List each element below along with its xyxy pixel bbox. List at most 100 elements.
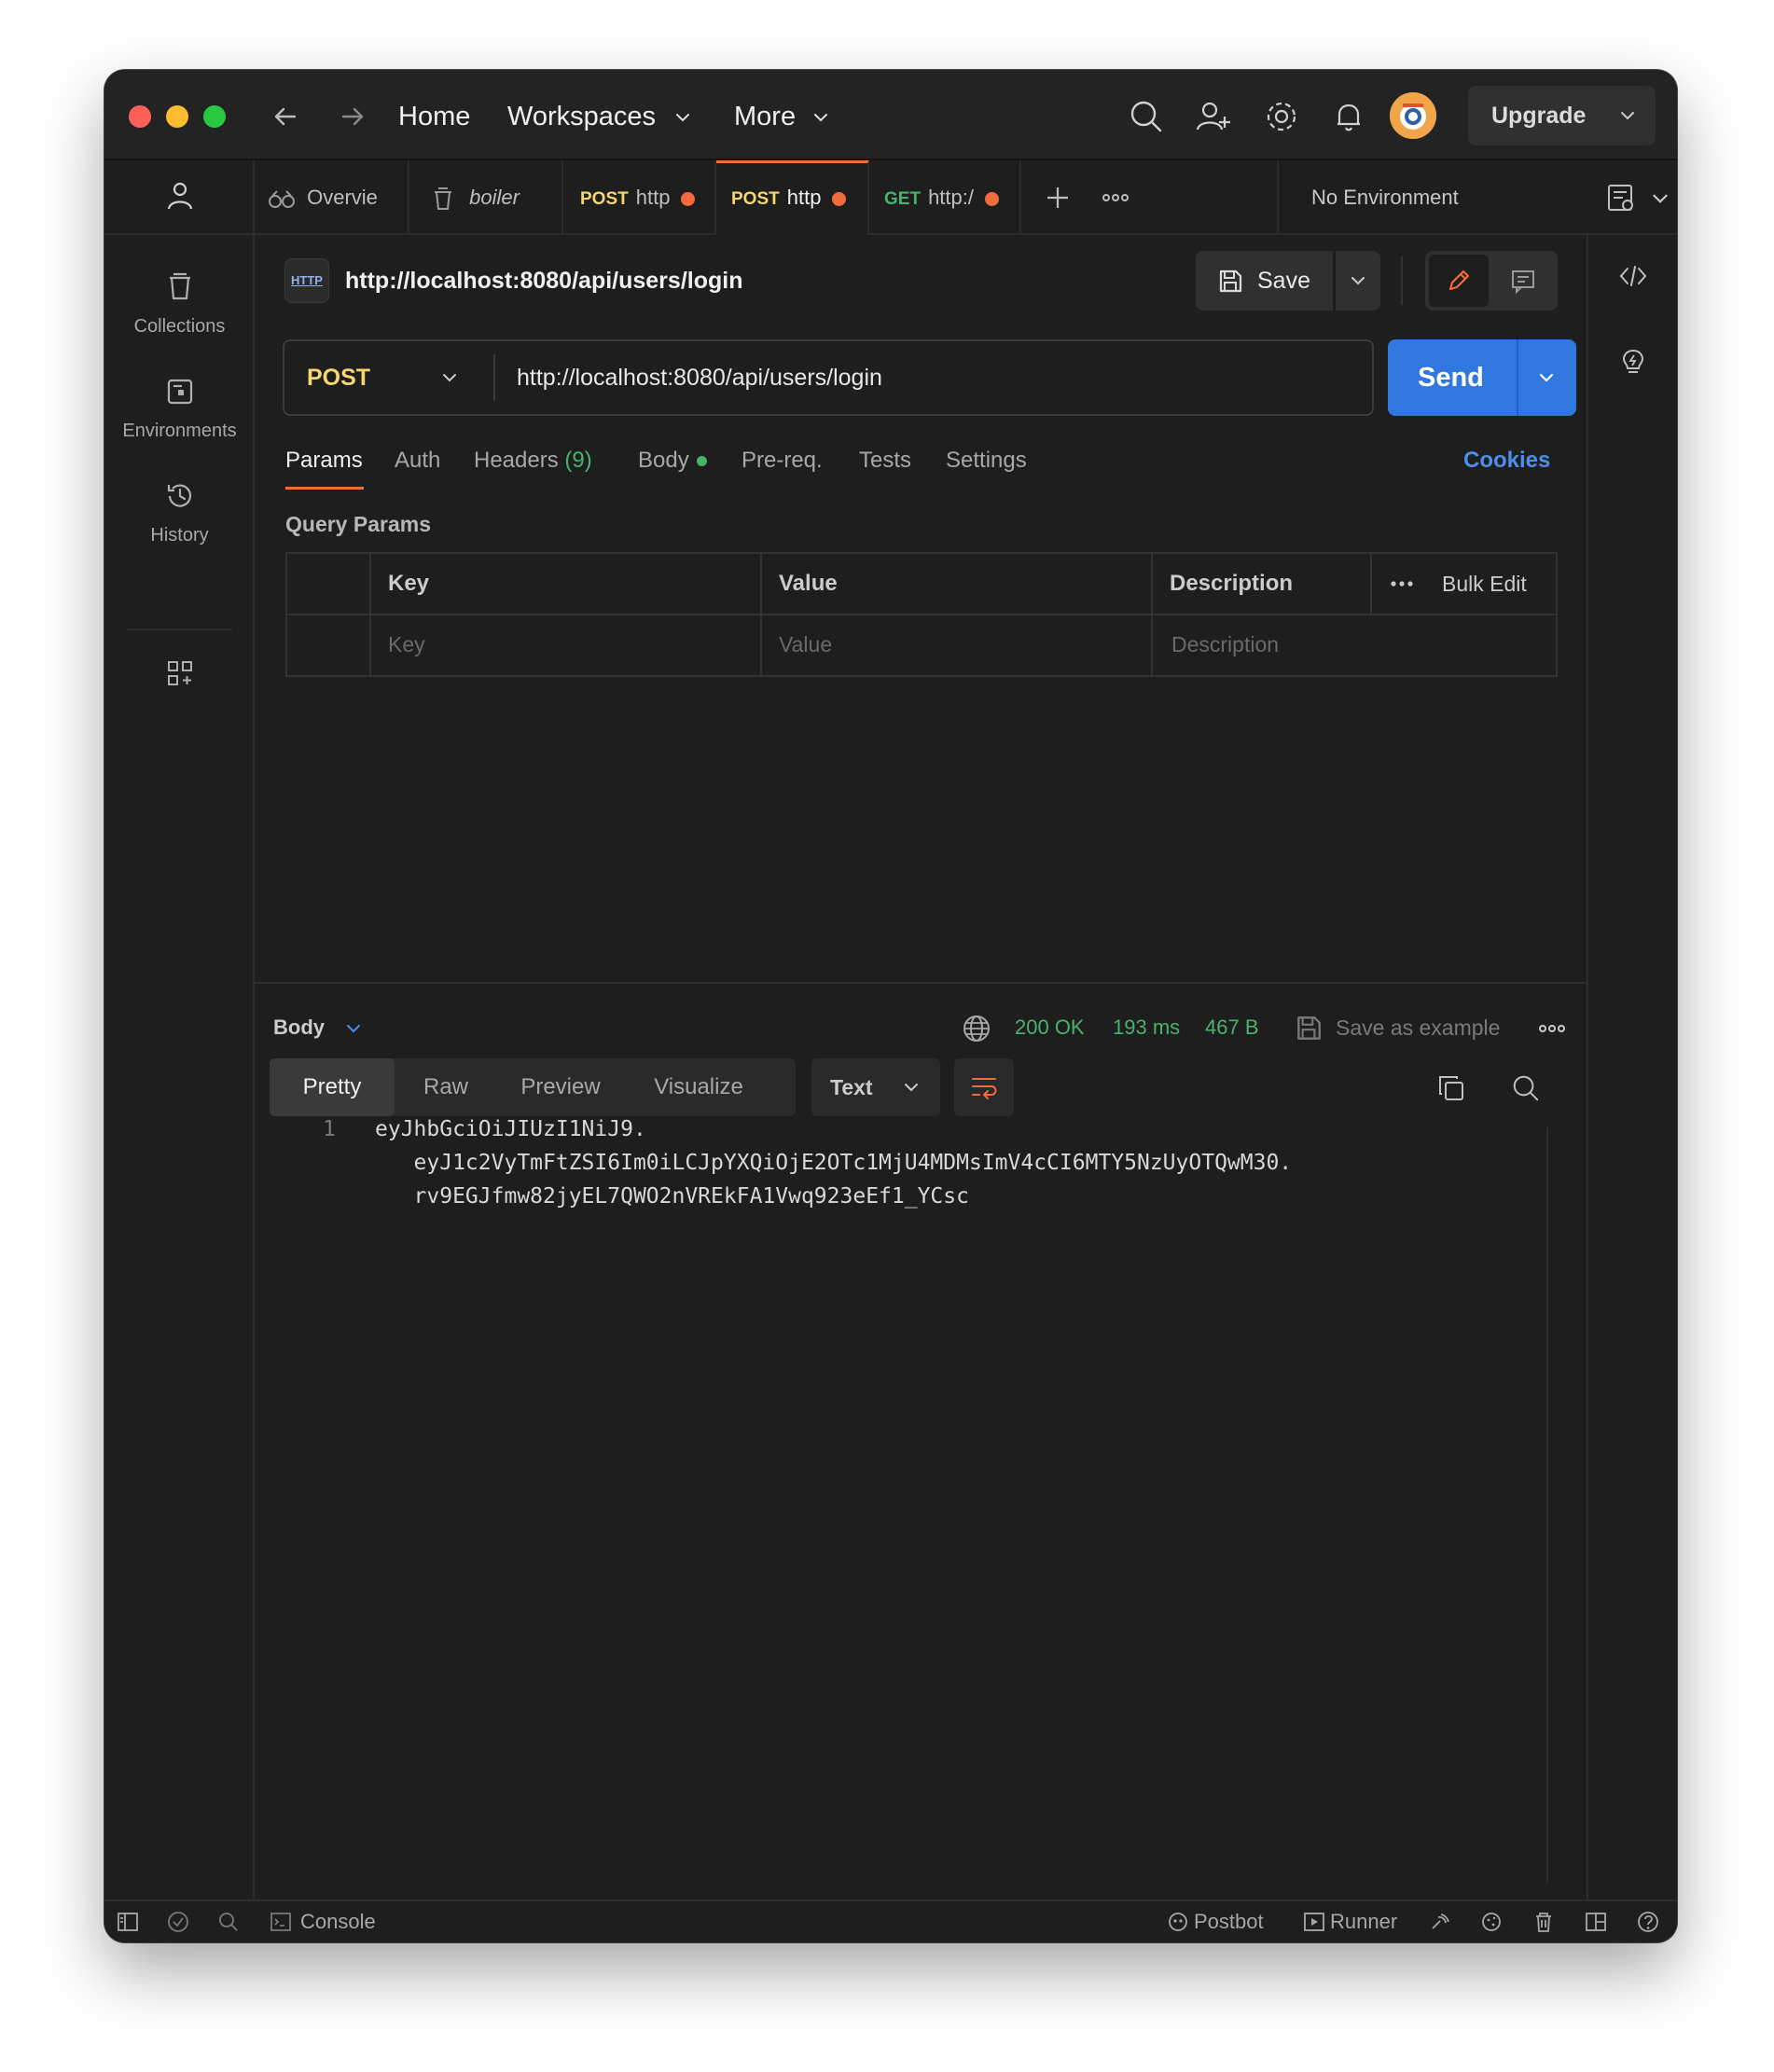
tab-body[interactable]: Body bbox=[638, 445, 707, 477]
more-options-icon[interactable] bbox=[1388, 574, 1416, 593]
response-body-selector[interactable]: Body bbox=[273, 1014, 364, 1042]
response-status[interactable]: 200 OK bbox=[1015, 1012, 1085, 1043]
request-name[interactable]: http://localhost:8080/api/users/login bbox=[345, 258, 742, 303]
environment-label: No Environment bbox=[1311, 186, 1459, 209]
column-divider bbox=[1151, 554, 1153, 675]
response-time[interactable]: 193 ms bbox=[1113, 1012, 1180, 1043]
capture-requests-icon[interactable] bbox=[1427, 1910, 1451, 1934]
environment-quick-look-icon[interactable] bbox=[1604, 181, 1638, 214]
column-header-value: Value bbox=[779, 571, 838, 596]
value-input[interactable]: Value bbox=[779, 615, 832, 673]
tab-post-request-1[interactable]: POST http bbox=[563, 160, 716, 235]
save-button[interactable]: Save bbox=[1196, 251, 1333, 311]
nav-workspaces[interactable]: Workspaces bbox=[507, 98, 693, 135]
save-options-button[interactable] bbox=[1336, 251, 1380, 311]
sidebar-item-account[interactable] bbox=[104, 177, 255, 219]
body-indicator-dot bbox=[696, 456, 707, 467]
sidebar-item-label: Environments bbox=[122, 421, 237, 441]
nav-more-label: More bbox=[734, 102, 797, 131]
bulk-edit-button[interactable]: Bulk Edit bbox=[1442, 554, 1527, 614]
tab-auth[interactable]: Auth bbox=[395, 445, 440, 477]
sidebar-item-history[interactable]: History bbox=[104, 479, 255, 546]
view-visualize[interactable]: Visualize bbox=[624, 1058, 773, 1116]
zoom-window-button[interactable] bbox=[203, 105, 226, 128]
sidebar-item-collections[interactable]: Collections bbox=[104, 270, 255, 338]
column-divider bbox=[760, 554, 762, 675]
send-button[interactable]: Send bbox=[1388, 339, 1576, 416]
trash-icon[interactable] bbox=[1531, 1910, 1556, 1934]
edit-mode-button[interactable] bbox=[1429, 255, 1489, 307]
chevron-down-icon bbox=[676, 114, 690, 122]
view-preview[interactable]: Preview bbox=[497, 1058, 624, 1116]
two-pane-view-icon[interactable] bbox=[1584, 1910, 1608, 1934]
tab-settings[interactable]: Settings bbox=[946, 445, 1027, 477]
globe-icon[interactable] bbox=[961, 1013, 992, 1044]
environment-selector[interactable]: No Environment bbox=[1311, 160, 1459, 235]
notifications-bell-icon[interactable] bbox=[1328, 96, 1369, 137]
tab-headers-label: Headers bbox=[474, 448, 559, 473]
invite-user-icon[interactable] bbox=[1193, 96, 1234, 137]
cookies-icon[interactable] bbox=[1479, 1910, 1504, 1934]
tab-prerequest[interactable]: Pre-req. bbox=[741, 445, 823, 477]
tab-method: GET bbox=[884, 189, 922, 209]
chevron-down-icon[interactable] bbox=[1649, 187, 1671, 210]
chevron-down-icon bbox=[905, 1084, 918, 1092]
tab-boiler[interactable]: boiler bbox=[409, 160, 563, 235]
tab-overview[interactable]: Overvie bbox=[255, 160, 409, 235]
toggle-sidebar-icon[interactable] bbox=[116, 1910, 140, 1934]
lightbulb-icon[interactable] bbox=[1616, 345, 1650, 379]
tab-tests[interactable]: Tests bbox=[859, 445, 911, 477]
response-size[interactable]: 467 B bbox=[1205, 1012, 1259, 1043]
help-icon[interactable] bbox=[1636, 1910, 1660, 1934]
settings-gear-icon[interactable] bbox=[1261, 96, 1302, 137]
save-as-example-button[interactable]: Save as example bbox=[1336, 1012, 1500, 1043]
postbot-button[interactable]: Postbot bbox=[1194, 1901, 1264, 1942]
overview-icon bbox=[269, 190, 295, 209]
response-scrollbar[interactable] bbox=[1546, 1127, 1548, 1883]
chevron-down-icon[interactable] bbox=[1536, 367, 1557, 388]
http-method-select[interactable]: POST bbox=[307, 341, 370, 414]
avatar-icon bbox=[1390, 92, 1436, 139]
response-divider[interactable] bbox=[255, 982, 1587, 984]
more-options-icon[interactable] bbox=[1537, 1017, 1567, 1040]
minimize-window-button[interactable] bbox=[166, 105, 188, 128]
tab-params[interactable]: Params bbox=[285, 445, 363, 477]
user-avatar[interactable] bbox=[1390, 92, 1436, 139]
new-tab-plus-icon[interactable] bbox=[1043, 183, 1073, 213]
key-input[interactable]: Key bbox=[388, 615, 425, 673]
sidebar-divider bbox=[104, 233, 255, 235]
code-line: eyJ1c2VyTmFtZSI6Im0iLCJpYXQiOjE2OTc1MjU4… bbox=[375, 1151, 1293, 1175]
forward-arrow-icon[interactable] bbox=[334, 98, 371, 135]
nav-home[interactable]: Home bbox=[398, 98, 470, 135]
tab-post-request-active[interactable]: POST http bbox=[716, 160, 869, 235]
url-input[interactable]: http://localhost:8080/api/users/login bbox=[517, 341, 882, 414]
upgrade-button[interactable]: Upgrade bbox=[1468, 86, 1656, 145]
tab-headers[interactable]: Headers (9) bbox=[474, 445, 592, 477]
chevron-down-icon[interactable] bbox=[439, 367, 460, 388]
find-icon[interactable] bbox=[216, 1910, 241, 1934]
search-icon[interactable] bbox=[1509, 1071, 1543, 1105]
back-arrow-icon[interactable] bbox=[267, 98, 304, 135]
sync-check-icon[interactable] bbox=[166, 1910, 190, 1934]
sidebar-item-configure-workbench[interactable] bbox=[104, 656, 255, 695]
response-body-code[interactable]: eyJhbGciOiJIUzI1NiJ9. eyJ1c2VyTmFtZSI6Im… bbox=[375, 1112, 1292, 1213]
more-tabs-icon[interactable] bbox=[1100, 183, 1131, 213]
wrap-lines-button[interactable] bbox=[954, 1058, 1014, 1116]
nav-more[interactable]: More bbox=[734, 98, 831, 135]
tab-get-request[interactable]: GET http:/ bbox=[869, 160, 1021, 235]
console-button[interactable]: Console bbox=[300, 1901, 376, 1942]
view-pretty[interactable]: Pretty bbox=[270, 1058, 395, 1116]
sidebar-item-environments[interactable]: Environments bbox=[104, 375, 255, 442]
copy-icon[interactable] bbox=[1434, 1071, 1468, 1105]
unsaved-dot bbox=[832, 191, 847, 206]
view-raw[interactable]: Raw bbox=[395, 1058, 497, 1116]
close-window-button[interactable] bbox=[129, 105, 151, 128]
cookies-link[interactable]: Cookies bbox=[1463, 445, 1550, 477]
comment-icon[interactable] bbox=[1509, 267, 1537, 295]
search-icon[interactable] bbox=[1126, 96, 1167, 137]
chevron-down-icon bbox=[814, 114, 828, 122]
description-input[interactable]: Description bbox=[1171, 615, 1279, 673]
runner-button[interactable]: Runner bbox=[1330, 1901, 1397, 1942]
format-select[interactable]: Text bbox=[811, 1058, 940, 1116]
code-snippet-icon[interactable] bbox=[1616, 259, 1650, 293]
